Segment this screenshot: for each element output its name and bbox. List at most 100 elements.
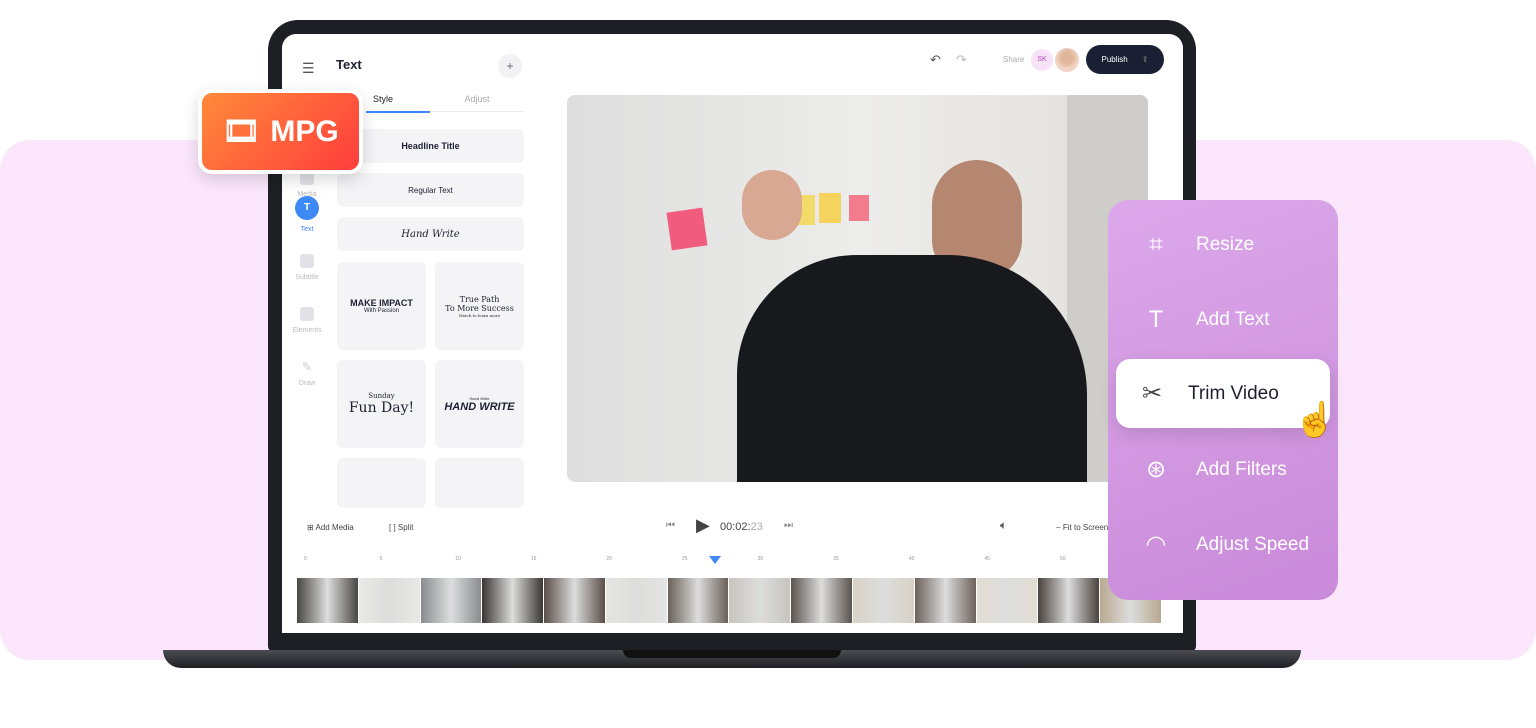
publish-label: Publish — [1101, 55, 1128, 64]
scissors-icon: ✂ — [1141, 380, 1163, 407]
elements-icon — [300, 307, 314, 321]
pencil-icon: ✎ — [301, 360, 313, 374]
ruler-tick-label: 30 — [757, 556, 764, 562]
subtitle-icon — [300, 254, 314, 268]
filmstrip-frame — [482, 578, 544, 623]
filmstrip-frame — [1038, 578, 1100, 623]
style-headline[interactable]: Headline Title — [337, 129, 524, 163]
sidebar-label: Text — [300, 226, 314, 233]
tab-adjust[interactable]: Adjust — [430, 94, 524, 104]
ruler-tick-label: 0 — [304, 556, 307, 562]
style-handwrite[interactable]: Hand Write — [337, 217, 524, 251]
text-icon: T — [1148, 305, 1164, 333]
timeline-filmstrip[interactable] — [297, 578, 1161, 623]
publish-button[interactable]: Publish ⇪ — [1086, 45, 1164, 74]
ruler-tick-label: 25 — [682, 556, 688, 562]
template-title: HAND WRITE — [444, 400, 515, 413]
skip-back-icon[interactable]: ⏮ — [666, 520, 675, 531]
feature-add-text[interactable]: T Add Text — [1116, 285, 1330, 354]
text-icon: T — [295, 196, 319, 220]
timecode-main: 00:02: — [720, 521, 751, 533]
playhead[interactable] — [709, 556, 722, 564]
upload-icon: ⇪ — [1141, 55, 1149, 64]
avatar[interactable]: SK — [1031, 49, 1053, 71]
filmstrip-frame — [853, 578, 914, 623]
feature-label: Trim Video — [1188, 382, 1279, 404]
volume-icon[interactable]: 🔈︎ — [1000, 518, 1007, 533]
template-title: MAKE IMPACT — [350, 298, 413, 308]
fit-label: Fit to Screen — [1062, 523, 1109, 532]
style-regular[interactable]: Regular Text — [337, 173, 524, 207]
feature-add-filters[interactable]: ⊛ Add Filters — [1116, 435, 1330, 504]
panel-title: Text — [336, 57, 362, 72]
ruler-tick-label: 10 — [455, 556, 461, 562]
hand — [742, 170, 802, 240]
mpg-badge: 🎞︎ MPG — [198, 89, 363, 174]
filmstrip-frame — [420, 578, 482, 623]
skip-forward-icon[interactable]: ⏭ — [784, 520, 793, 531]
share-button[interactable]: Share — [1003, 55, 1024, 64]
filmstrip-frame — [914, 578, 976, 623]
filmstrip-frame — [605, 578, 667, 623]
template-title: True Path — [459, 294, 500, 304]
ruler-tick-label: 45 — [984, 556, 990, 562]
sidebar-label: Draw — [298, 380, 316, 387]
template-title: Fun Day! — [348, 400, 415, 416]
template-card[interactable] — [435, 458, 524, 508]
add-media-button[interactable]: ⊞ Add Media — [307, 523, 354, 532]
feature-adjust-speed[interactable]: ◠ Adjust Speed — [1116, 510, 1330, 579]
sticky-note — [849, 195, 869, 221]
sidebar-label: Elements — [292, 327, 322, 334]
speedometer-icon: ◠ — [1145, 531, 1167, 558]
sidebar-item-media[interactable]: Media — [282, 171, 332, 198]
split-button[interactable]: [ ] Split — [389, 523, 413, 532]
filmstrip-frame — [976, 578, 1038, 623]
template-make-impact[interactable]: MAKE IMPACT With Passion — [337, 262, 426, 350]
person — [737, 255, 1087, 482]
timeline-ruler[interactable]: 0 5 10 15 20 25 30 35 40 45 50 — [302, 556, 1162, 572]
tab-underline — [366, 111, 524, 113]
sidebar-item-text[interactable]: T Text — [282, 196, 332, 233]
filmstrip-frame — [297, 578, 358, 623]
sidebar-item-draw[interactable]: ✎ Draw — [282, 360, 332, 387]
template-hand-write[interactable]: Hand Write HAND WRITE — [435, 360, 524, 448]
split-label: Split — [397, 523, 414, 532]
add-media-label: Add Media — [315, 523, 354, 532]
add-button[interactable]: + — [498, 54, 522, 78]
filmstrip-frame — [358, 578, 420, 623]
ruler-tick-label: 40 — [908, 556, 915, 562]
template-card[interactable] — [337, 458, 426, 508]
template-fun-day[interactable]: Sunday Fun Day! — [337, 360, 426, 448]
filmstrip-frame — [544, 578, 605, 623]
video-preview[interactable] — [567, 95, 1148, 482]
style-label: Regular Text — [408, 185, 453, 195]
laptop-notch — [623, 650, 841, 658]
timecode: 00:02:23 — [720, 521, 763, 533]
avatar-photo[interactable] — [1055, 48, 1079, 72]
ruler-tick-label: 50 — [1060, 556, 1066, 562]
hand-cursor-icon: ☝ — [1294, 401, 1337, 439]
fit-to-screen-button[interactable]: − Fit to Screen — [1056, 523, 1108, 532]
filmstrip-frame — [791, 578, 853, 623]
template-true-path[interactable]: True Path To More Success Watch to learn m… — [435, 262, 524, 350]
template-subtitle: With Passion — [363, 308, 399, 314]
timecode-frames: 23 — [750, 521, 763, 533]
play-icon[interactable]: ▶ — [696, 515, 710, 536]
sidebar-item-subtitle[interactable]: Subtitle — [282, 254, 332, 281]
ruler-tick-label: 20 — [606, 556, 612, 562]
feature-resize[interactable]: ⌗ Resize — [1116, 210, 1330, 279]
sidebar-item-elements[interactable]: Elements — [282, 307, 332, 334]
editor-screen: ☰ Text + Style Adjust Media T Text Subtit… — [282, 34, 1183, 633]
template-caption: Sunday — [368, 392, 395, 400]
badge-label: MPG — [270, 114, 339, 148]
sticky-note — [666, 207, 708, 251]
style-label: Headline Title — [401, 141, 460, 151]
undo-icon[interactable]: ↶ — [930, 52, 941, 68]
template-title: To More Success — [445, 303, 514, 313]
sidebar-label: Subtitle — [295, 274, 319, 281]
sticky-note — [819, 193, 841, 223]
ruler-tick-label: 15 — [530, 556, 537, 562]
filmstrip-frame — [667, 578, 729, 623]
redo-icon[interactable]: ↷ — [956, 52, 967, 68]
menu-icon[interactable]: ☰ — [302, 60, 315, 77]
